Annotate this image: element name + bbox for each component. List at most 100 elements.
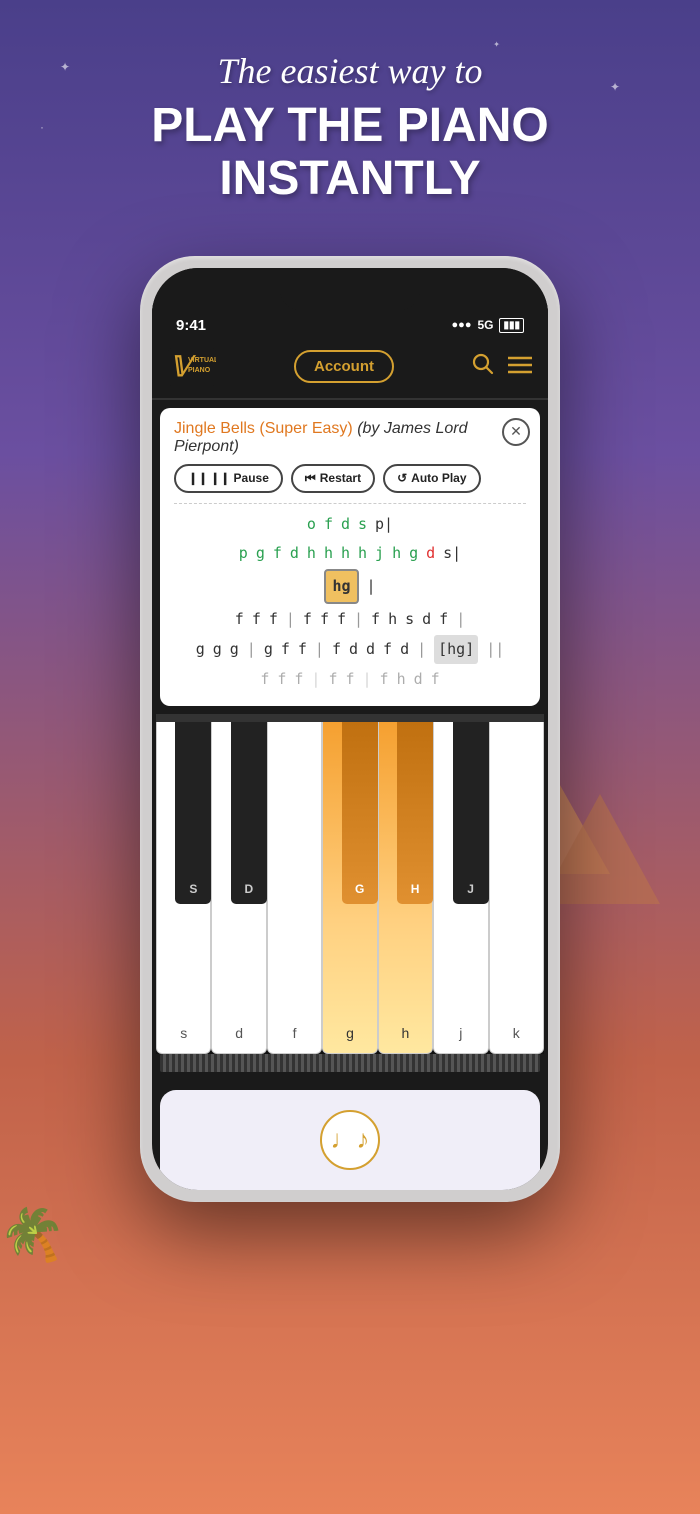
close-button[interactable]: ✕: [502, 418, 530, 446]
key-upper-label: G: [344, 736, 356, 753]
note-highlight: hg: [324, 569, 358, 604]
note: f: [235, 606, 244, 633]
note: |: [247, 636, 256, 663]
restart-icon: ⏮: [305, 471, 316, 486]
piano-keyboard[interactable]: s d f G g H h: [156, 714, 544, 1054]
note: d: [400, 636, 409, 663]
note: f: [260, 666, 269, 693]
music-note-button[interactable]: ♩♪: [320, 1110, 380, 1170]
logo-area: 𝕍 VIRTUAL PIANO: [168, 348, 216, 386]
white-key-h[interactable]: H h: [378, 722, 433, 1054]
white-key-f[interactable]: f: [267, 722, 322, 1054]
note-row-4: f f f | f f f | f h s d f |: [174, 605, 526, 634]
note: h: [307, 540, 316, 567]
note: p: [239, 540, 248, 567]
note: h: [397, 666, 406, 693]
song-title: Jingle Bells (Super Easy) (by James Lord…: [174, 420, 526, 456]
note: g: [196, 636, 205, 663]
note: f: [332, 636, 341, 663]
key-lower-label: h: [402, 1025, 410, 1041]
note: o: [307, 511, 316, 538]
key-lower-label: s: [180, 1025, 187, 1041]
note: f: [431, 666, 440, 693]
note: h: [392, 540, 401, 567]
note: f: [273, 540, 282, 567]
note: d: [426, 540, 435, 567]
music-note-icon: ♩♪: [331, 1124, 370, 1155]
note: s: [405, 606, 414, 633]
key-upper-label: H: [400, 736, 411, 753]
note: g: [409, 540, 418, 567]
note: d: [414, 666, 423, 693]
signal-icon: ●●●: [452, 319, 472, 331]
note-row-5: g g g | g f f | f d d f d | [hg]: [174, 634, 526, 665]
note: h: [341, 540, 350, 567]
white-key-g[interactable]: G g: [322, 722, 377, 1054]
pause-icon: ❙❙: [188, 471, 208, 485]
status-bar: 9:41 ●●● 5G ▮▮▮: [152, 305, 548, 340]
note-row-1: o f d s p|: [174, 510, 526, 539]
white-key-k[interactable]: k: [489, 722, 544, 1054]
note: g: [264, 636, 273, 663]
restart-button[interactable]: ⏮ Restart: [291, 464, 375, 493]
note-row-3: hg |: [174, 568, 526, 605]
phone-outer-frame: 9:41 ●●● 5G ▮▮▮ 𝕍 VIRTUAL PIAN: [140, 256, 560, 1202]
network-type: 5G: [477, 318, 493, 332]
note: |: [286, 606, 295, 633]
search-icon[interactable]: [472, 353, 494, 381]
note: f: [337, 606, 346, 633]
piano-bottom-bar: [160, 1054, 540, 1072]
note: f: [298, 636, 307, 663]
white-key-s[interactable]: s: [156, 722, 211, 1054]
note: f: [328, 666, 337, 693]
hero-header: The easiest way to PLAY THE PIANO INSTAN…: [0, 0, 700, 236]
note: g: [213, 636, 222, 663]
note: g: [230, 636, 239, 663]
autoplay-button[interactable]: ↺ Auto Play: [383, 464, 480, 493]
key-lower-label: f: [293, 1025, 297, 1041]
account-button[interactable]: Account: [294, 350, 394, 383]
key-lower-label: k: [513, 1025, 520, 1041]
note-bracket: [hg]: [434, 635, 478, 664]
note: d: [366, 636, 375, 663]
status-time: 9:41: [176, 317, 206, 334]
status-icons: ●●● 5G ▮▮▮: [452, 318, 524, 333]
white-key-j[interactable]: j: [433, 722, 488, 1054]
note: f: [345, 666, 354, 693]
pause-button[interactable]: ❙❙ ❙❙ Pause: [174, 464, 283, 493]
white-key-d[interactable]: d: [211, 722, 266, 1054]
tagline-bold: PLAY THE PIANO INSTANTLY: [0, 100, 700, 206]
sheet-music: o f d s p| p g f d h h h: [174, 503, 526, 694]
note: |: [311, 666, 320, 693]
app-header: 𝕍 VIRTUAL PIANO Account: [152, 340, 548, 400]
menu-icon[interactable]: [508, 354, 532, 380]
control-buttons: ❙❙ ❙❙ Pause ⏮ Restart ↺ Auto Play: [174, 464, 526, 493]
phone-mockup: 9:41 ●●● 5G ▮▮▮ 𝕍 VIRTUAL PIAN: [0, 256, 700, 1202]
note: f: [303, 606, 312, 633]
note: |: [367, 573, 376, 600]
note: f: [383, 636, 392, 663]
note: g: [256, 540, 265, 567]
note: |: [363, 666, 372, 693]
note: f: [277, 666, 286, 693]
note: |: [456, 606, 465, 633]
piano-section: s d f G g H h: [152, 714, 548, 1080]
note: s|: [443, 540, 461, 567]
phone-screen: 9:41 ●●● 5G ▮▮▮ 𝕍 VIRTUAL PIAN: [152, 268, 548, 1190]
note: h: [324, 540, 333, 567]
note: |: [417, 636, 426, 663]
header-icons: [472, 353, 532, 381]
key-lower-label: d: [235, 1025, 243, 1041]
note: d: [341, 511, 350, 538]
notch: [280, 282, 420, 310]
note: f: [380, 666, 389, 693]
note: d: [422, 606, 431, 633]
note: |: [354, 606, 363, 633]
app-logo: 𝕍 VIRTUAL PIANO: [168, 348, 216, 386]
note: f: [269, 606, 278, 633]
note: f: [324, 511, 333, 538]
battery-icon: ▮▮▮: [499, 318, 524, 333]
svg-text:PIANO: PIANO: [188, 367, 211, 374]
bottom-section: ♩♪: [160, 1090, 540, 1190]
song-title-main: Jingle Bells (Super Easy): [174, 420, 353, 437]
